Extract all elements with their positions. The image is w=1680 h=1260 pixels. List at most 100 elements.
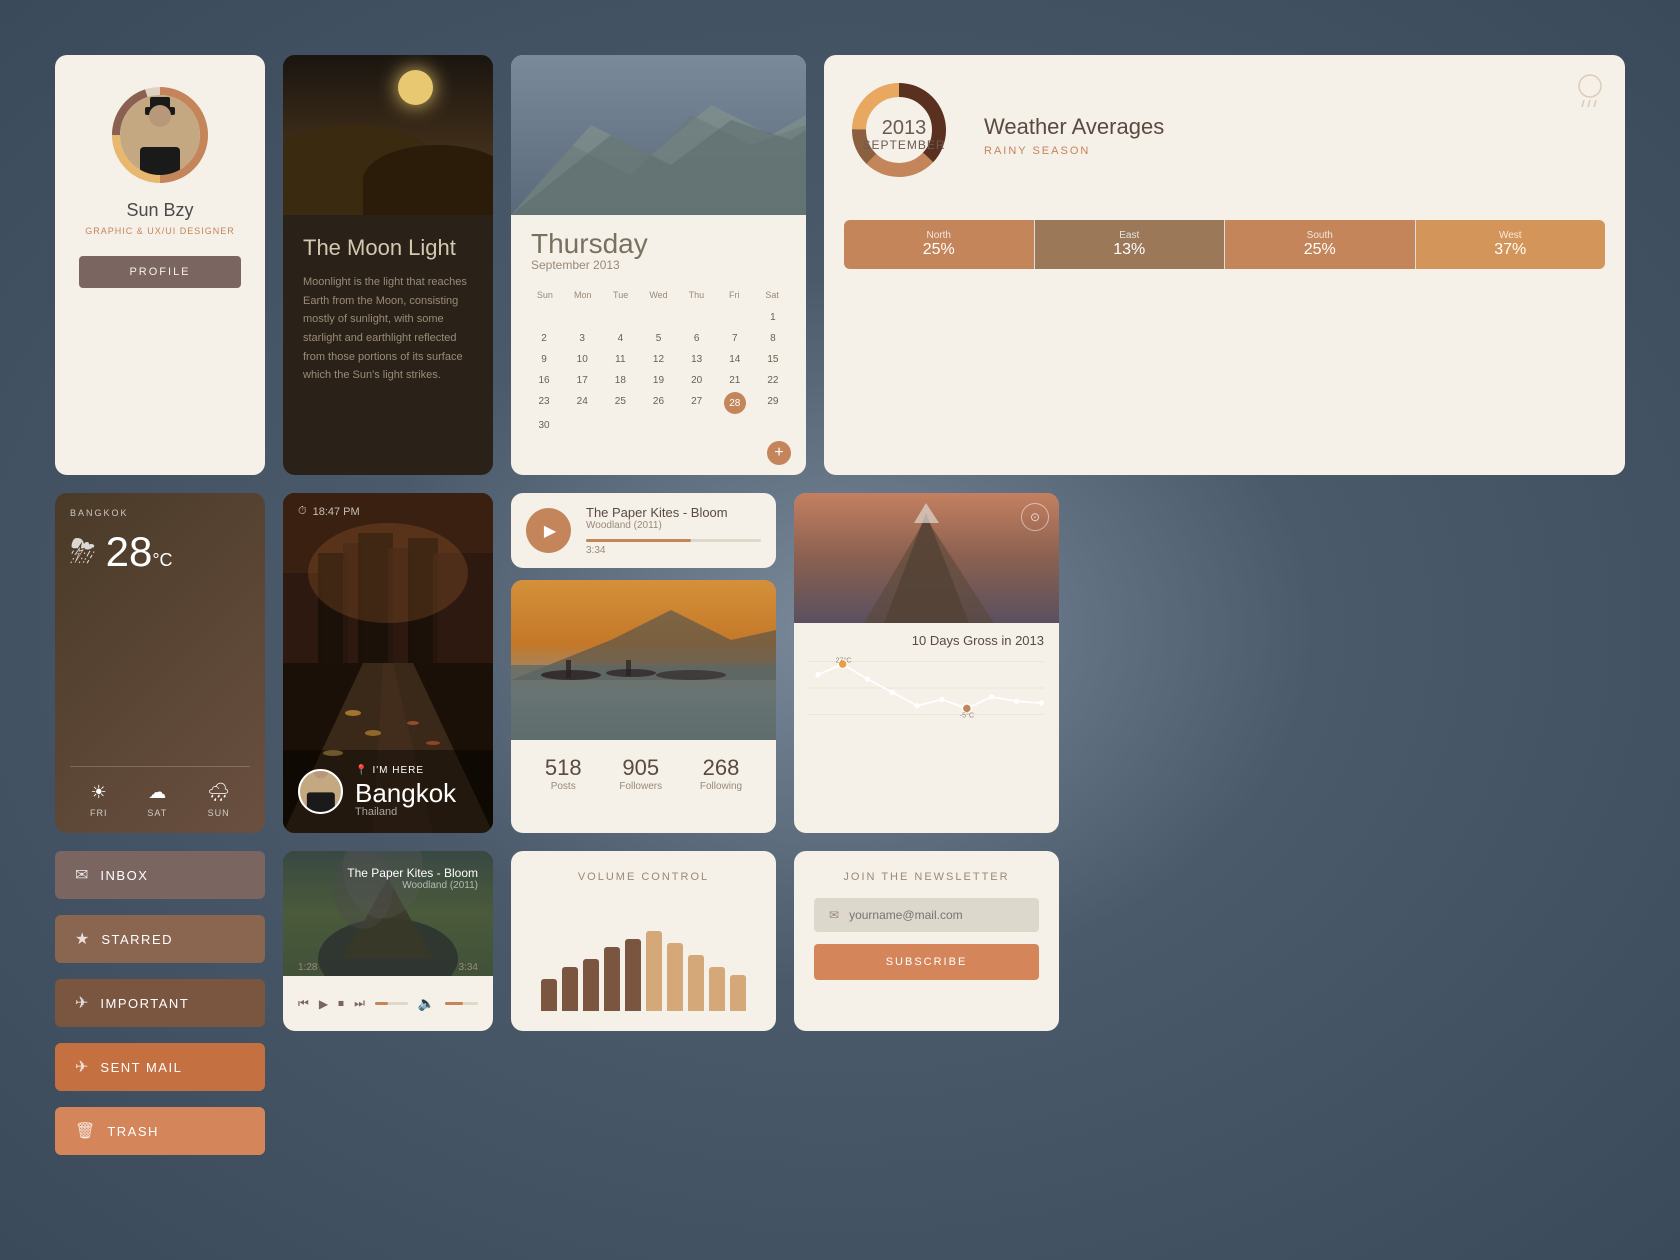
bangkok-weather-card: BANGKOK ⛈ 28°C ☀ FRI ☁ SAT 🌧 (55, 493, 265, 833)
social-followers: 905 Followers (619, 755, 662, 792)
volume-bar-8[interactable] (709, 967, 725, 1011)
pin-icon: 📍 (355, 765, 368, 776)
avatar (120, 95, 200, 175)
social-card: 518 Posts 905 Followers 268 Following (511, 580, 776, 833)
chart-content: 10 Days Gross in 2013 (794, 623, 1059, 833)
rain-weather-icon: ⛈ (70, 533, 96, 571)
social-photo (511, 580, 776, 740)
location-info: 📍 I'M HERE Bangkok Thailand (283, 750, 493, 833)
forecast-sat: ☁ SAT (147, 782, 167, 818)
weather-stat-west: West 37% (1416, 220, 1606, 269)
video-progress-bar[interactable] (375, 1002, 408, 1005)
moon-circle (398, 70, 433, 105)
sent-item[interactable]: ✈ SENT MAIL (55, 1043, 265, 1091)
starred-label: STARRED (101, 932, 173, 947)
inbox-item[interactable]: ✉ INBOX (55, 851, 265, 899)
weather-year: 2013 (862, 118, 945, 138)
weather-stat-east: East 13% (1035, 220, 1225, 269)
moon-image (283, 55, 493, 215)
volume-bar-5[interactable] (646, 931, 662, 1011)
chart-photo: ⊙ (794, 493, 1059, 623)
volume-bar-1[interactable] (562, 967, 578, 1011)
social-posts: 518 Posts (545, 755, 582, 792)
starred-item[interactable]: ★ STARRED (55, 915, 265, 963)
weather-stat-south: South 25% (1225, 220, 1415, 269)
svg-text:27°C: 27°C (836, 656, 852, 664)
music-time: 3:34 (586, 545, 761, 556)
calendar-headers: Sun Mon Tue Wed Thu Fri Sat (526, 287, 791, 303)
stop-button[interactable]: ⏹ (338, 996, 344, 1011)
video-play-button[interactable]: ▶ (319, 997, 328, 1011)
calendar-days: 1 2 3 4 5 6 7 8 9 10 11 12 13 14 15 16 1 (526, 308, 791, 435)
volume-bar-9[interactable] (730, 975, 746, 1011)
calendar-bg (511, 55, 806, 215)
weather-title: Weather Averages (984, 114, 1164, 140)
line-chart: 27°C -5°C (809, 653, 1044, 723)
compass-icon[interactable]: ⊙ (1021, 503, 1049, 531)
newsletter-card: JOIN THE NEWSLETTER ✉ SUBSCRIBE (794, 851, 1059, 1031)
clock-icon: ⏱ (298, 505, 307, 518)
newsletter-title: JOIN THE NEWSLETTER (843, 871, 1009, 883)
play-button[interactable]: ▶ (526, 508, 571, 553)
volume-bar-0[interactable] (541, 979, 557, 1011)
volume-bar-4[interactable] (625, 939, 641, 1011)
moon-text: Moonlight is the light that reaches Eart… (303, 273, 473, 385)
location-time: ⏱ 18:47 PM (298, 505, 360, 518)
volume-bar-3[interactable] (604, 947, 620, 1011)
music-album: Woodland (2011) (586, 520, 761, 531)
star-icon: ★ (75, 929, 89, 949)
important-item[interactable]: ✈ IMPORTANT (55, 979, 265, 1027)
location-card: ⏱ 18:47 PM 📍 I'M HERE (283, 493, 493, 833)
social-stats: 518 Posts 905 Followers 268 Following (511, 740, 776, 807)
rewind-button[interactable]: ⏮ (298, 996, 309, 1011)
music-progress-fill (586, 539, 691, 542)
donut-chart: 2013 SEPTEMBER (844, 75, 964, 195)
video-controls: ⏮ ▶ ⏹ ⏭ 🔈 (283, 976, 493, 1031)
trash-label: TRASH (107, 1124, 159, 1139)
location-avatar (298, 769, 343, 814)
volume-bar-6[interactable] (667, 943, 683, 1011)
volume-control-card: VOLUME CONTROL (511, 851, 776, 1031)
inbox-icon: ✉ (75, 865, 88, 885)
weather-stat-north: North 25% (844, 220, 1034, 269)
music-progress-bar[interactable] (586, 539, 761, 542)
fastforward-button[interactable]: ⏭ (354, 996, 365, 1011)
add-event-button[interactable]: + (767, 441, 791, 465)
profile-ring (110, 85, 210, 185)
volume-bar-2[interactable] (583, 959, 599, 1011)
music-info: The Paper Kites - Bloom Woodland (2011) … (586, 505, 761, 556)
inbox-label: INBOX (100, 868, 148, 883)
email-input[interactable] (849, 908, 1024, 922)
trash-icon: 🗑 (75, 1121, 95, 1141)
bangkok-city-label: BANGKOK (70, 508, 250, 518)
calendar-day-name: Thursday (531, 230, 786, 258)
chart-title: 10 Days Gross in 2013 (809, 633, 1044, 648)
important-label: IMPORTANT (100, 996, 189, 1011)
trash-item[interactable]: 🗑 TRASH (55, 1107, 265, 1155)
sent-label: SENT MAIL (100, 1060, 182, 1075)
volume-bar-7[interactable] (688, 955, 704, 1011)
email-icon: ✉ (829, 908, 839, 922)
location-city: Bangkok (355, 780, 456, 806)
bangkok-forecast: ☀ FRI ☁ SAT 🌧 SUN (70, 782, 250, 818)
weather-stats: North 25% East 13% South 25% West 37% (844, 220, 1605, 269)
video-progress-fill (375, 1002, 388, 1005)
chart-card: ⊙ 10 Days Gross in 2013 (794, 493, 1059, 833)
profile-card: Sun Bzy GRAPHIC & UX/UI DESIGNER PROFILE (55, 55, 265, 475)
video-title: The Paper Kites - Bloom Woodland (2011) (347, 866, 478, 891)
video-time-current: 1:28 (298, 962, 317, 973)
volume-slider[interactable] (445, 1002, 478, 1005)
moon-card: The Moon Light Moonlight is the light th… (283, 55, 493, 475)
important-icon: ✈ (75, 993, 88, 1013)
subscribe-button[interactable]: SUBSCRIBE (814, 944, 1039, 980)
calendar-month-year: September 2013 (531, 258, 786, 272)
bangkok-temperature: 28°C (106, 528, 173, 576)
volume-bars (531, 898, 756, 1011)
weather-subtitle: RAINY SEASON (984, 145, 1164, 157)
profile-button[interactable]: PROFILE (79, 256, 240, 288)
weather-month: SEPTEMBER (862, 138, 945, 152)
calendar-card: Thursday September 2013 Sun Mon Tue Wed … (511, 55, 806, 475)
profile-title: GRAPHIC & UX/UI DESIGNER (85, 226, 235, 236)
email-input-wrap: ✉ (814, 898, 1039, 932)
volume-icon[interactable]: 🔈 (418, 995, 435, 1012)
